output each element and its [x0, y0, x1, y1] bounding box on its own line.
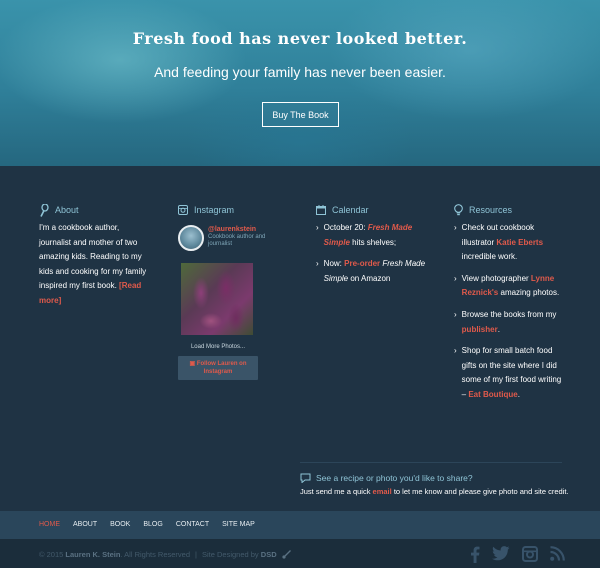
resources-heading: Resources [469, 205, 513, 215]
publisher-link[interactable]: publisher [462, 325, 498, 334]
calendar-item-text: October 20: [323, 223, 368, 232]
chat-icon [300, 473, 311, 483]
instagram-profile[interactable]: @laurenkstein Cookbook author and journa… [178, 225, 288, 251]
twitter-icon[interactable] [492, 546, 510, 561]
resource-item: › Browse the books from my publisher. [454, 308, 564, 337]
designed-by-text: Site Designed by [201, 550, 261, 559]
resource-text: . [517, 389, 520, 399]
chevron-right-icon: › [454, 273, 457, 283]
hero-subtitle: And feeding your family has never been e… [154, 64, 446, 80]
share-text-part: to let me know and please give photo and… [391, 487, 569, 496]
designer-link[interactable]: DSD [261, 550, 277, 559]
instagram-heading: Instagram [194, 205, 235, 215]
chevron-right-icon: › [454, 309, 457, 319]
nav-contact[interactable]: CONTACT [176, 521, 209, 528]
nav-site-map[interactable]: SITE MAP [222, 521, 255, 528]
resource-item: › Check out cookbook illustrator Katie E… [454, 221, 564, 265]
resource-text: incredible work. [461, 252, 518, 262]
calendar-icon [316, 205, 326, 215]
nav-blog[interactable]: BLOG [143, 521, 162, 528]
share-heading-text: See a recipe or photo you'd like to shar… [316, 473, 473, 483]
instagram-icon [178, 205, 188, 215]
nav-home[interactable]: HOME [39, 521, 60, 528]
nav-book[interactable]: BOOK [110, 521, 130, 528]
calendar-section: Calendar › October 20: Fresh Made Simple… [316, 203, 426, 293]
share-text-part: Just send me a quick [300, 487, 373, 496]
rss-icon[interactable] [550, 546, 565, 561]
resource-text: Browse the books from my [461, 309, 557, 319]
about-section: About I'm a cookbook author, journalist … [39, 203, 149, 309]
share-text: Just send me a quick email to let me kno… [300, 487, 569, 496]
chevron-right-icon: › [316, 223, 319, 232]
calendar-item-text: Now: [323, 259, 345, 269]
buy-the-book-button[interactable]: Buy The Book [262, 102, 339, 127]
about-heading: About [55, 205, 79, 215]
instagram-handle[interactable]: @laurenkstein [208, 225, 288, 234]
resources-section: Resources › Check out cookbook illustrat… [454, 203, 564, 410]
nav-about[interactable]: ABOUT [73, 521, 97, 528]
share-heading: See a recipe or photo you'd like to shar… [300, 473, 473, 483]
pre-order-link[interactable]: Pre-order [344, 259, 380, 268]
social-links [470, 546, 565, 563]
follow-instagram-label: Follow Lauren on Instagram [196, 361, 247, 375]
footer-separator: | [195, 550, 197, 559]
copyright-text: © 2015 [39, 550, 66, 559]
instagram-icon[interactable] [522, 546, 538, 562]
katie-eberts-link[interactable]: Katie Eberts [496, 238, 543, 247]
resource-text: . [497, 324, 500, 334]
chevron-right-icon: › [316, 259, 319, 269]
copyright-text: . All Rights Reserved [120, 550, 191, 559]
calendar-item-text: on Amazon [348, 273, 391, 283]
load-more-photos-link[interactable]: Load More Photos... [178, 344, 258, 350]
hero-banner: Fresh food has never looked better. And … [0, 0, 600, 166]
calendar-item-text: hits shelves; [349, 237, 397, 247]
instagram-small-icon: ▣ [189, 361, 196, 367]
instagram-section: Instagram @laurenkstein Cookbook author … [178, 203, 288, 380]
eat-boutique-link[interactable]: Eat Boutique [468, 390, 517, 399]
calendar-heading: Calendar [332, 205, 369, 215]
instagram-photo[interactable] [181, 263, 253, 335]
whisk-icon [40, 203, 49, 217]
copyright: © 2015 Lauren K. Stein. All Rights Reser… [39, 550, 291, 559]
chevron-right-icon: › [454, 346, 457, 356]
lightbulb-icon [454, 204, 463, 216]
resource-item: › View photographer Lynne Reznick's amaz… [454, 272, 564, 301]
calendar-item: › October 20: Fresh Made Simple hits she… [316, 221, 426, 250]
instagram-bio: Cookbook author and journalist [208, 234, 266, 247]
brush-icon [282, 550, 291, 559]
resource-text: amazing photos. [498, 288, 560, 298]
email-link[interactable]: email [373, 487, 392, 496]
share-divider [300, 462, 562, 463]
resource-item: › Shop for small batch food gifts on the… [454, 344, 564, 402]
calendar-item: › Now: Pre-order Fresh Made Simple on Am… [316, 257, 426, 286]
chevron-right-icon: › [454, 223, 457, 232]
hero-title: Fresh food has never looked better. [132, 29, 468, 48]
follow-instagram-button[interactable]: ▣ Follow Lauren on Instagram [178, 356, 258, 380]
resource-text: View photographer [461, 273, 531, 283]
facebook-icon[interactable] [470, 546, 480, 563]
owner-name: Lauren K. Stein [65, 550, 121, 559]
footer-nav: HOME ABOUT BOOK BLOG CONTACT SITE MAP [39, 521, 255, 528]
avatar[interactable] [178, 225, 204, 251]
